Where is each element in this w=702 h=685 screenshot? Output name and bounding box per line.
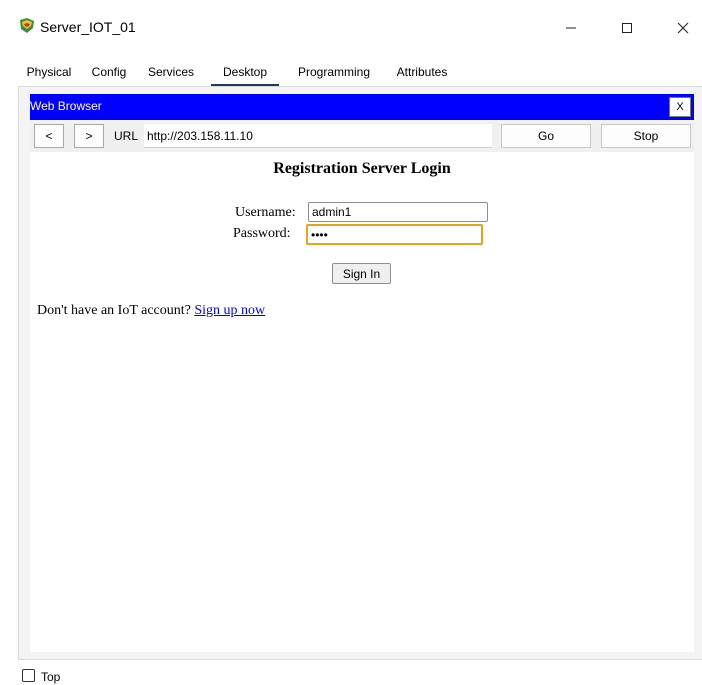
device-tabs: Physical Config Services Desktop Program… — [18, 60, 682, 87]
username-label: Username: — [235, 205, 296, 220]
url-input[interactable] — [144, 124, 492, 148]
close-button[interactable] — [663, 14, 702, 42]
tab-desktop-label: Desktop — [222, 65, 268, 79]
tab-config[interactable]: Config — [84, 60, 134, 84]
close-icon — [677, 22, 689, 34]
web-browser-titlebar: Web Browser X — [30, 94, 694, 120]
web-browser-close-button[interactable]: X — [669, 97, 691, 117]
username-input[interactable] — [308, 202, 488, 222]
signup-link[interactable]: Sign up now — [194, 303, 265, 318]
tab-physical[interactable]: Physical — [18, 60, 80, 84]
tab-desktop[interactable]: Desktop — [211, 60, 279, 87]
stop-button[interactable]: Stop — [601, 124, 691, 148]
tab-programming[interactable]: Programming — [288, 60, 380, 84]
page-title: Registration Server Login — [273, 160, 451, 177]
tab-attributes[interactable]: Attributes — [387, 60, 457, 84]
minimize-icon — [565, 22, 577, 34]
top-checkbox-label: Top — [41, 670, 61, 684]
top-checkbox[interactable] — [22, 669, 35, 682]
web-browser-title: Web Browser — [30, 99, 102, 113]
password-label: Password: — [233, 226, 291, 241]
browser-viewport: Registration Server Login Username: Pass… — [30, 152, 694, 652]
maximize-icon — [621, 22, 633, 34]
signup-prompt: Don't have an IoT account? Sign up now — [37, 303, 265, 319]
address-bar: < > URL Go Stop — [30, 122, 694, 152]
tab-services[interactable]: Services — [139, 60, 203, 84]
sign-in-button[interactable]: Sign In — [332, 263, 391, 284]
signup-text: Don't have an IoT account? — [37, 303, 191, 318]
maximize-button[interactable] — [607, 14, 647, 42]
window-title: Server_IOT_01 — [40, 19, 136, 35]
minimize-button[interactable] — [551, 14, 591, 42]
password-input[interactable] — [306, 224, 483, 245]
back-button[interactable]: < — [34, 124, 64, 148]
window-titlebar: Server_IOT_01 — [0, 0, 702, 56]
url-label: URL — [114, 129, 139, 143]
packet-tracer-server-icon — [18, 17, 36, 35]
forward-button[interactable]: > — [74, 124, 104, 148]
go-button[interactable]: Go — [501, 124, 591, 148]
